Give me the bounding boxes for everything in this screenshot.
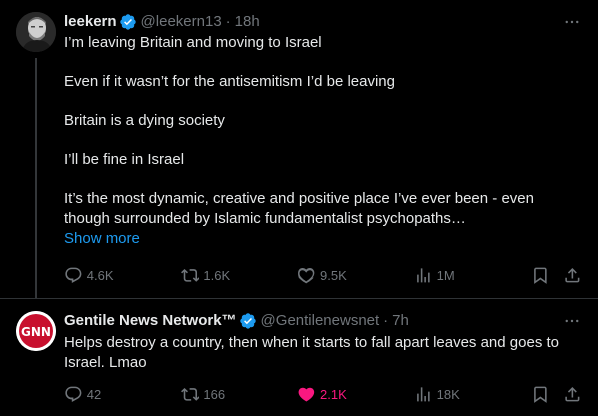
avatar-logo-text: GNN bbox=[21, 325, 51, 339]
tweet-header: leekern @leekern13 · 18h bbox=[64, 12, 582, 32]
view-count: 18K bbox=[436, 386, 460, 402]
display-name[interactable]: Gentile News Network™ bbox=[64, 311, 237, 331]
reply-button[interactable]: 4.6K bbox=[64, 266, 181, 285]
thread-line bbox=[35, 58, 37, 298]
bookmark-icon[interactable] bbox=[531, 385, 550, 404]
repost-button[interactable]: 166 bbox=[180, 385, 298, 404]
tweet-actions: 42 166 2.1K 18K bbox=[64, 384, 582, 404]
views-button[interactable]: 18K bbox=[414, 385, 531, 404]
like-button[interactable]: 9.5K bbox=[297, 266, 414, 285]
views-chart-icon bbox=[417, 267, 430, 283]
repost-icon bbox=[180, 268, 200, 282]
show-more-link[interactable]: Show more bbox=[64, 229, 582, 249]
tweet-paragraph: I’ll be fine in Israel bbox=[64, 151, 185, 168]
tweet-text: Helps destroy a country, then when it st… bbox=[64, 334, 559, 371]
repost-button[interactable]: 1.6K bbox=[180, 266, 298, 285]
separator-dot: · bbox=[225, 13, 231, 30]
timestamp[interactable]: 7h bbox=[392, 311, 409, 331]
avatar[interactable] bbox=[16, 12, 56, 52]
reply-count: 42 bbox=[86, 386, 102, 402]
tweet-gentile-news-network[interactable]: GNN Gentile News Network™ @Gentilenewsne… bbox=[0, 299, 598, 416]
reply-bubble-icon bbox=[65, 386, 82, 402]
reply-bubble-icon bbox=[65, 267, 82, 283]
repost-count: 1.6K bbox=[203, 267, 231, 283]
bookmark-icon[interactable] bbox=[531, 266, 550, 285]
avatar-photo bbox=[16, 12, 56, 52]
verified-badge-icon bbox=[119, 13, 137, 31]
tweet-paragraph: It’s the most dynamic, creative and posi… bbox=[64, 190, 534, 227]
more-dots-icon[interactable] bbox=[562, 12, 582, 32]
share-icon[interactable] bbox=[563, 266, 582, 285]
handle[interactable]: @Gentilenewsnet bbox=[261, 311, 380, 331]
like-button[interactable]: 2.1K bbox=[297, 385, 414, 404]
tweet-header: Gentile News Network™ @Gentilenewsnet · … bbox=[64, 311, 582, 331]
tweet-actions: 4.6K 1.6K 9.5K 1M bbox=[64, 265, 582, 285]
tweet-leekern[interactable]: leekern @leekern13 · 18h I’m leaving Bri… bbox=[0, 0, 598, 298]
more-dots-icon[interactable] bbox=[562, 311, 582, 331]
tweet-text: I’m leaving Britain and moving to Israel… bbox=[64, 33, 582, 229]
views-button[interactable]: 1M bbox=[414, 266, 531, 285]
avatar[interactable]: GNN bbox=[16, 311, 56, 351]
views-chart-icon bbox=[417, 386, 430, 402]
like-count: 2.1K bbox=[320, 386, 347, 402]
tweet-paragraph: Britain is a dying society bbox=[64, 112, 225, 129]
repost-count: 166 bbox=[203, 386, 226, 402]
like-count: 9.5K bbox=[320, 267, 347, 283]
view-count: 1M bbox=[436, 267, 455, 283]
verified-badge-icon bbox=[239, 312, 257, 330]
reply-count: 4.6K bbox=[86, 267, 114, 283]
handle[interactable]: @leekern13 bbox=[141, 12, 222, 32]
display-name[interactable]: leekern bbox=[64, 12, 117, 32]
heart-filled-icon bbox=[298, 387, 315, 402]
reply-button[interactable]: 42 bbox=[64, 385, 181, 404]
heart-icon bbox=[298, 267, 315, 283]
gnn-logo: GNN bbox=[16, 311, 56, 351]
tweet-paragraph: Even if it wasn’t for the antisemitism I… bbox=[64, 73, 395, 90]
tweet-paragraph: I’m leaving Britain and moving to Israel bbox=[64, 34, 322, 51]
share-icon[interactable] bbox=[563, 385, 582, 404]
timestamp[interactable]: 18h bbox=[235, 12, 260, 32]
repost-icon bbox=[180, 387, 200, 401]
separator-dot: · bbox=[383, 312, 389, 329]
